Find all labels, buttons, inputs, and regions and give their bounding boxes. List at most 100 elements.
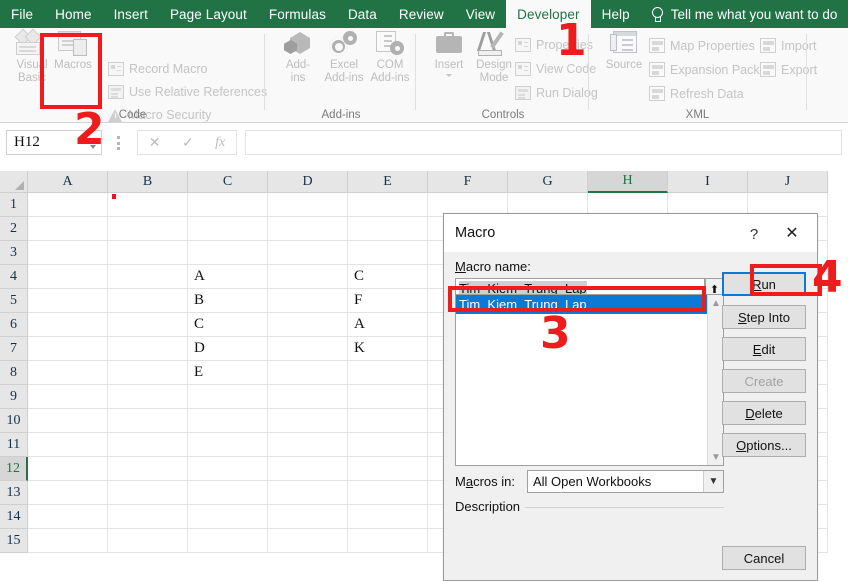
column-header-g[interactable]: G: [508, 171, 588, 193]
cell-C14[interactable]: [188, 505, 268, 529]
formula-input[interactable]: [245, 130, 842, 155]
cell-C11[interactable]: [188, 433, 268, 457]
close-icon[interactable]: ✕: [775, 221, 809, 245]
record-macro-button[interactable]: Record Macro: [108, 62, 208, 76]
map-properties-button[interactable]: Map Properties: [649, 38, 755, 53]
cell-D7[interactable]: [268, 337, 348, 361]
cell-A1[interactable]: [28, 193, 108, 217]
cell-B9[interactable]: [108, 385, 188, 409]
tell-me-box[interactable]: Tell me what you want to do: [641, 0, 848, 28]
tab-data[interactable]: Data: [337, 0, 388, 28]
delete-button[interactable]: Delete: [722, 401, 806, 425]
row-header-8[interactable]: 8: [0, 361, 28, 385]
cell-E9[interactable]: [348, 385, 428, 409]
cell-B13[interactable]: [108, 481, 188, 505]
tab-help[interactable]: Help: [591, 0, 641, 28]
cell-E15[interactable]: [348, 529, 428, 553]
options-button[interactable]: Options...: [722, 433, 806, 457]
cell-A10[interactable]: [28, 409, 108, 433]
cell-D1[interactable]: [268, 193, 348, 217]
expansion-packs-button[interactable]: Expansion Packs: [649, 62, 766, 77]
cell-C9[interactable]: [188, 385, 268, 409]
cell-A12[interactable]: [28, 457, 108, 481]
cell-E11[interactable]: [348, 433, 428, 457]
cell-B7[interactable]: [108, 337, 188, 361]
cell-C7[interactable]: D: [188, 337, 268, 361]
cell-D12[interactable]: [268, 457, 348, 481]
cell-D9[interactable]: [268, 385, 348, 409]
cell-B6[interactable]: [108, 313, 188, 337]
cell-E10[interactable]: [348, 409, 428, 433]
row-header-12[interactable]: 12: [0, 457, 28, 481]
source-button[interactable]: Source: [596, 31, 652, 72]
tab-file[interactable]: File: [0, 0, 44, 28]
row-header-9[interactable]: 9: [0, 385, 28, 409]
tab-formulas[interactable]: Formulas: [258, 0, 337, 28]
cell-E7[interactable]: K: [348, 337, 428, 361]
tab-insert[interactable]: Insert: [103, 0, 159, 28]
chevron-down-icon[interactable]: [446, 74, 452, 77]
design-mode-button[interactable]: Design Mode: [466, 31, 522, 85]
row-header-15[interactable]: 15: [0, 529, 28, 553]
step-into-button[interactable]: Step Into: [722, 305, 806, 329]
row-header-7[interactable]: 7: [0, 337, 28, 361]
cell-B3[interactable]: [108, 241, 188, 265]
tab-review[interactable]: Review: [388, 0, 455, 28]
cell-E5[interactable]: F: [348, 289, 428, 313]
use-relative-references-button[interactable]: Use Relative References: [108, 85, 267, 99]
row-header-14[interactable]: 14: [0, 505, 28, 529]
confirm-icon[interactable]: ✓: [182, 134, 194, 151]
cell-A13[interactable]: [28, 481, 108, 505]
cell-D2[interactable]: [268, 217, 348, 241]
cell-A14[interactable]: [28, 505, 108, 529]
row-header-11[interactable]: 11: [0, 433, 28, 457]
cell-C1[interactable]: [188, 193, 268, 217]
column-header-a[interactable]: A: [28, 171, 108, 193]
tab-home[interactable]: Home: [44, 0, 102, 28]
cell-C2[interactable]: [188, 217, 268, 241]
cell-A11[interactable]: [28, 433, 108, 457]
select-all-corner[interactable]: [0, 171, 28, 193]
cell-D4[interactable]: [268, 265, 348, 289]
cell-C12[interactable]: [188, 457, 268, 481]
cell-B8[interactable]: [108, 361, 188, 385]
cell-A5[interactable]: [28, 289, 108, 313]
row-header-10[interactable]: 10: [0, 409, 28, 433]
cell-D5[interactable]: [268, 289, 348, 313]
cell-E14[interactable]: [348, 505, 428, 529]
column-header-c[interactable]: C: [188, 171, 268, 193]
cell-D13[interactable]: [268, 481, 348, 505]
macro-listbox[interactable]: Tim_Kiem_Trung_Lap ▲ ▼: [455, 294, 724, 466]
cell-E12[interactable]: [348, 457, 428, 481]
cell-D8[interactable]: [268, 361, 348, 385]
cell-A3[interactable]: [28, 241, 108, 265]
export-button[interactable]: Export: [760, 62, 817, 77]
cell-C8[interactable]: E: [188, 361, 268, 385]
tab-page-layout[interactable]: Page Layout: [159, 0, 258, 28]
cell-B15[interactable]: [108, 529, 188, 553]
cell-C3[interactable]: [188, 241, 268, 265]
column-header-d[interactable]: D: [268, 171, 348, 193]
cell-E4[interactable]: C: [348, 265, 428, 289]
row-header-4[interactable]: 4: [0, 265, 28, 289]
cell-B4[interactable]: [108, 265, 188, 289]
cell-C5[interactable]: B: [188, 289, 268, 313]
cell-A8[interactable]: [28, 361, 108, 385]
cell-A6[interactable]: [28, 313, 108, 337]
row-header-13[interactable]: 13: [0, 481, 28, 505]
row-header-5[interactable]: 5: [0, 289, 28, 313]
column-header-j[interactable]: J: [748, 171, 828, 193]
row-header-2[interactable]: 2: [0, 217, 28, 241]
cell-B14[interactable]: [108, 505, 188, 529]
listbox-scrollbar[interactable]: ▲ ▼: [707, 295, 723, 465]
cell-D15[interactable]: [268, 529, 348, 553]
cell-E8[interactable]: [348, 361, 428, 385]
cell-C6[interactable]: C: [188, 313, 268, 337]
cell-A7[interactable]: [28, 337, 108, 361]
help-icon[interactable]: ?: [743, 223, 765, 245]
cell-E3[interactable]: [348, 241, 428, 265]
cell-B10[interactable]: [108, 409, 188, 433]
cell-B2[interactable]: [108, 217, 188, 241]
cell-A2[interactable]: [28, 217, 108, 241]
column-header-i[interactable]: I: [668, 171, 748, 193]
